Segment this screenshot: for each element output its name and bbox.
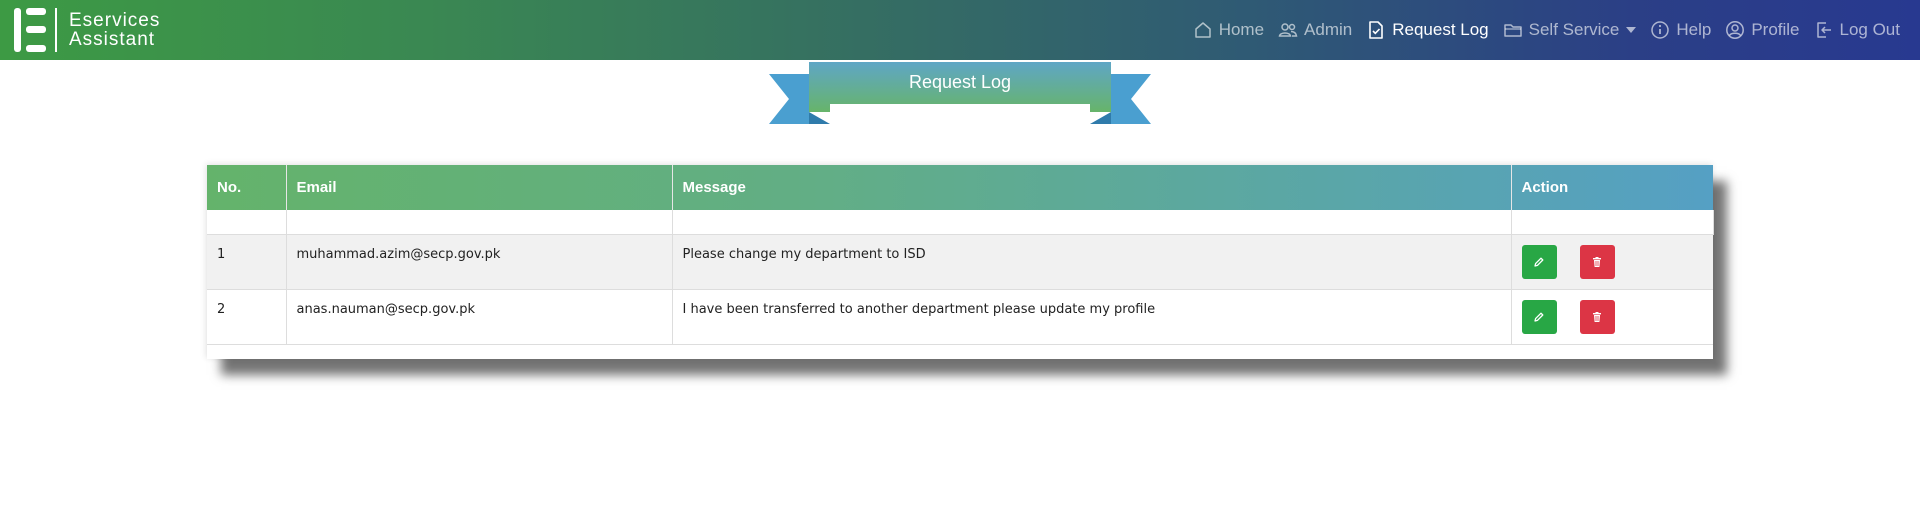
cell-email: anas.nauman@secp.gov.pk [286,289,673,345]
file-check-icon [1369,21,1384,39]
nav-logout[interactable]: Log Out [1814,20,1901,40]
trash-icon [1593,256,1602,267]
home-icon [1194,22,1211,38]
cell-actions [1511,289,1713,345]
request-log-card: No. Email Message Action 1 muhammad.azim… [207,165,1714,359]
brand-line2: Assistant [69,29,156,50]
page-title: Request Log [908,72,1012,92]
brand-divider [55,8,57,52]
delete-button[interactable] [1579,299,1615,334]
folder-icon [1503,24,1522,37]
request-log-table: No. Email Message Action 1 muhammad.azim… [207,165,1714,345]
chevron-down-icon [1626,27,1637,33]
cell-email: muhammad.azim@secp.gov.pk [286,234,673,290]
table-row: 1 muhammad.azim@secp.gov.pk Please chang… [207,234,1713,290]
brand-logo-icon [14,8,46,52]
pencil-icon [1534,257,1544,267]
nav-help-label: Help [1676,20,1712,39]
nav-profile-label: Profile [1751,20,1800,39]
nav-logout-label: Log Out [1839,20,1901,39]
users-icon [1278,23,1298,37]
nav-request-log[interactable]: Request Log [1366,20,1489,40]
nav-self-service-label: Self Service [1528,20,1620,39]
trash-icon [1593,311,1602,322]
brand-line1: Eservices [69,10,161,31]
logout-icon [1816,22,1831,38]
nav-home[interactable]: Home [1193,20,1264,40]
table-row: 2 anas.nauman@secp.gov.pk I have been tr… [207,289,1713,345]
delete-button[interactable] [1579,244,1615,279]
info-icon [1651,21,1670,39]
nav-request-log-label: Request Log [1392,20,1489,39]
nav-self-service[interactable]: Self Service [1503,20,1637,40]
main-nav: Home Admin Request Log Self Service Help… [1179,0,1900,60]
nav-admin-label: Admin [1304,20,1353,39]
cell-message: Please change my department to ISD [672,234,1512,290]
nav-admin[interactable]: Admin [1278,20,1352,40]
pencil-icon [1534,312,1544,322]
edit-button[interactable] [1521,299,1557,334]
column-header-message[interactable]: Message [672,165,1512,210]
column-header-no[interactable]: No. [207,165,287,210]
brand-name: Eservices Assistant [69,11,160,49]
top-navbar: Eservices Assistant Home Admin Request L… [0,0,1920,60]
nav-help[interactable]: Help [1650,20,1711,40]
cell-actions [1511,234,1713,290]
column-header-action: Action [1521,179,1569,196]
nav-home-label: Home [1218,20,1265,39]
user-circle-icon [1726,21,1745,39]
page-title-ribbon: Request Log [769,62,1151,124]
table-header-row: No. Email Message Action [207,165,1713,210]
cell-message: I have been transferred to another depar… [672,289,1512,345]
brand[interactable]: Eservices Assistant [14,0,160,60]
column-header-email[interactable]: Email [286,165,673,210]
cell-no: 2 [207,289,287,345]
table-spacer-row [207,210,1714,235]
cell-no: 1 [207,234,287,290]
nav-profile[interactable]: Profile [1725,20,1800,40]
edit-button[interactable] [1521,244,1557,279]
